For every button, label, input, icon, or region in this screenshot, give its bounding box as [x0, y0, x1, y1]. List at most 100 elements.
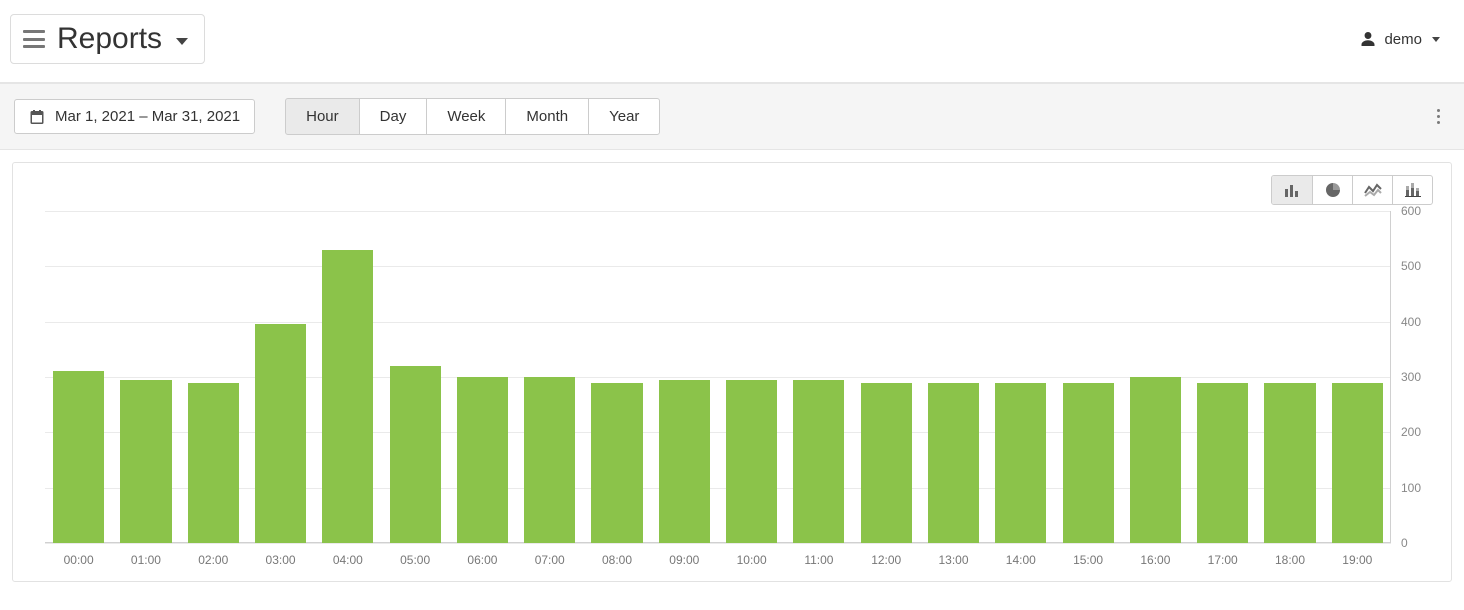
y-tick-label: 500 — [1395, 259, 1435, 273]
hamburger-icon — [23, 30, 45, 48]
x-tick-label: 05:00 — [400, 553, 430, 567]
x-tick-label: 14:00 — [1006, 553, 1036, 567]
x-tick-label: 02:00 — [198, 553, 228, 567]
chart-area: 00:0001:0002:0003:0004:0005:0006:0007:00… — [45, 211, 1391, 543]
date-range-label: Mar 1, 2021 – Mar 31, 2021 — [55, 108, 240, 125]
y-tick-label: 100 — [1395, 481, 1435, 495]
bar-slot: 12:00 — [853, 211, 920, 543]
x-tick-label: 17:00 — [1208, 553, 1238, 567]
chart-bar[interactable] — [53, 371, 104, 543]
chart-bar[interactable] — [1130, 377, 1181, 543]
chart-bar[interactable] — [1063, 383, 1114, 543]
x-tick-label: 13:00 — [938, 553, 968, 567]
gridline — [45, 543, 1391, 544]
chart-bar[interactable] — [928, 383, 979, 543]
chart-type-line-chart[interactable] — [1352, 176, 1392, 204]
x-tick-label: 12:00 — [871, 553, 901, 567]
chart-bar[interactable] — [995, 383, 1046, 543]
x-tick-label: 06:00 — [467, 553, 497, 567]
chart-bar[interactable] — [1197, 383, 1248, 543]
bar-slot: 10:00 — [718, 211, 785, 543]
y-tick-label: 200 — [1395, 425, 1435, 439]
chart-type-stacked-bar[interactable] — [1392, 176, 1432, 204]
x-tick-label: 00:00 — [64, 553, 94, 567]
bar-slot: 05:00 — [381, 211, 448, 543]
bar-slot: 01:00 — [112, 211, 179, 543]
bar-slot: 16:00 — [1122, 211, 1189, 543]
toolbar: Mar 1, 2021 – Mar 31, 2021 HourDayWeekMo… — [0, 83, 1464, 150]
chart-bar[interactable] — [120, 380, 171, 543]
user-menu[interactable]: demo — [1360, 31, 1448, 48]
y-tick-label: 600 — [1395, 204, 1435, 218]
line-chart-icon — [1364, 183, 1382, 197]
bar-slot: 09:00 — [651, 211, 718, 543]
chart-bar[interactable] — [322, 250, 373, 543]
bar-slot: 03:00 — [247, 211, 314, 543]
x-tick-label: 10:00 — [737, 553, 767, 567]
chart-bar[interactable] — [390, 366, 441, 543]
granularity-year[interactable]: Year — [588, 98, 660, 135]
user-label: demo — [1384, 31, 1422, 48]
bar-slot: 00:00 — [45, 211, 112, 543]
bar-slot: 13:00 — [920, 211, 987, 543]
bar-slot: 15:00 — [1054, 211, 1121, 543]
page-title-menu[interactable]: Reports — [10, 14, 205, 64]
x-tick-label: 19:00 — [1342, 553, 1372, 567]
chart-bar[interactable] — [1332, 383, 1383, 543]
x-tick-label: 08:00 — [602, 553, 632, 567]
chart-panel: 00:0001:0002:0003:0004:0005:0006:0007:00… — [12, 162, 1452, 582]
bar-slot: 18:00 — [1256, 211, 1323, 543]
bar-slot: 14:00 — [987, 211, 1054, 543]
y-axis-labels: 0100200300400500600 — [1395, 211, 1435, 543]
calendar-icon — [29, 109, 45, 125]
x-tick-label: 16:00 — [1140, 553, 1170, 567]
x-tick-label: 09:00 — [669, 553, 699, 567]
chevron-down-icon — [1432, 37, 1440, 42]
x-tick-label: 11:00 — [804, 553, 833, 567]
bar-slot: 11:00 — [785, 211, 852, 543]
bar-slot: 19:00 — [1324, 211, 1391, 543]
granularity-day[interactable]: Day — [359, 98, 428, 135]
pie-chart-icon — [1325, 182, 1341, 198]
chart-bar[interactable] — [861, 383, 912, 543]
chart-bar[interactable] — [188, 383, 239, 543]
x-tick-label: 15:00 — [1073, 553, 1103, 567]
user-icon — [1360, 31, 1376, 47]
chart-type-toggle — [1271, 175, 1433, 205]
y-tick-label: 0 — [1395, 536, 1435, 550]
more-options-button[interactable] — [1426, 103, 1450, 131]
chart-bar[interactable] — [659, 380, 710, 543]
bar-slot: 17:00 — [1189, 211, 1256, 543]
granularity-month[interactable]: Month — [505, 98, 589, 135]
bar-slot: 07:00 — [516, 211, 583, 543]
chart-bar[interactable] — [524, 377, 575, 543]
y-tick-label: 300 — [1395, 370, 1435, 384]
chart-bar[interactable] — [726, 380, 777, 543]
chart-type-bar-chart[interactable] — [1272, 176, 1312, 204]
chart-bars: 00:0001:0002:0003:0004:0005:0006:0007:00… — [45, 211, 1391, 543]
y-tick-label: 400 — [1395, 315, 1435, 329]
x-tick-label: 18:00 — [1275, 553, 1305, 567]
granularity-week[interactable]: Week — [426, 98, 506, 135]
bar-slot: 04:00 — [314, 211, 381, 543]
x-tick-label: 01:00 — [131, 553, 161, 567]
page-title: Reports — [57, 21, 162, 57]
chart-bar[interactable] — [793, 380, 844, 543]
granularity-hour[interactable]: Hour — [285, 98, 360, 135]
chart-bar[interactable] — [1264, 383, 1315, 543]
x-tick-label: 07:00 — [535, 553, 565, 567]
chart-bar[interactable] — [255, 324, 306, 543]
chart-bar[interactable] — [457, 377, 508, 543]
bar-slot: 06:00 — [449, 211, 516, 543]
granularity-segmented-control: HourDayWeekMonthYear — [285, 98, 660, 135]
x-tick-label: 03:00 — [266, 553, 296, 567]
bar-slot: 02:00 — [180, 211, 247, 543]
date-range-picker[interactable]: Mar 1, 2021 – Mar 31, 2021 — [14, 99, 255, 134]
chart-type-pie-chart[interactable] — [1312, 176, 1352, 204]
chart-bar[interactable] — [591, 383, 642, 543]
bar-slot: 08:00 — [583, 211, 650, 543]
x-tick-label: 04:00 — [333, 553, 363, 567]
chevron-down-icon — [176, 38, 188, 45]
bar-chart-icon — [1284, 183, 1300, 197]
stacked-bar-icon — [1405, 183, 1421, 197]
